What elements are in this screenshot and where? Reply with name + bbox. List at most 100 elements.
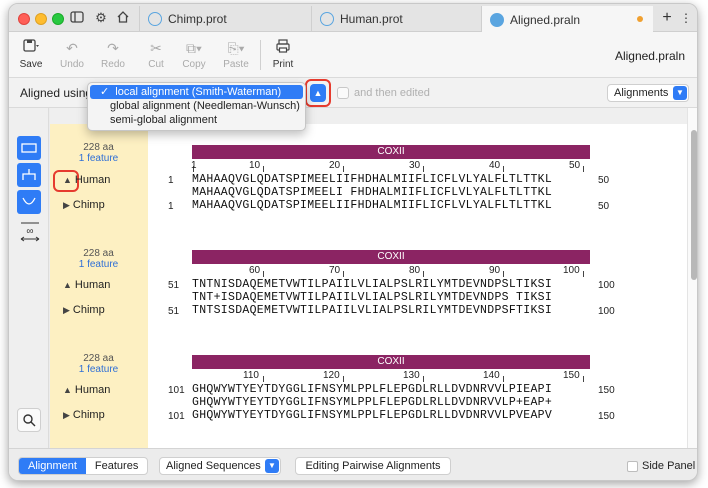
aligned-using-label: Aligned using [20, 86, 93, 100]
edited-checkbox[interactable] [337, 87, 349, 99]
sequences-select[interactable]: Aligned Sequences ▼ [159, 457, 281, 475]
tab-features[interactable]: Features [86, 458, 147, 474]
position-ruler: 1 10 20 30 40 50 [191, 160, 590, 172]
disclosure-triangle-icon[interactable]: ▲ [63, 280, 72, 290]
length-label: 228 aa [83, 353, 114, 364]
algorithm-menu: ✓ local alignment (Smith-Waterman) globa… [87, 82, 306, 131]
sequence-residues[interactable]: MAHAAQVGLQDATSPIMEELIIFHDHALMIIFLICFLVLY… [192, 173, 552, 186]
side-panel-checkbox[interactable] [627, 461, 638, 472]
feature-bar[interactable]: COXII [192, 145, 590, 159]
tree-view-button[interactable] [17, 163, 41, 187]
disclosure-triangle-icon[interactable]: ▶ [63, 305, 70, 315]
chevron-down-icon: ▼ [265, 459, 279, 473]
end-position: 50 [598, 201, 610, 212]
disclosure-triangle-icon[interactable]: ▶ [63, 410, 70, 420]
sequence-residues[interactable]: TNTSISDAQEMETVWTILPAIILVLIALPSLRILYMTDEV… [192, 304, 552, 317]
print-button[interactable]: Print [263, 38, 303, 70]
edited-label: and then edited [354, 87, 430, 99]
position-ruler: 110 120 130 140 150 [192, 370, 590, 382]
printer-icon [263, 38, 303, 58]
save-icon [11, 38, 51, 58]
curve-icon [22, 197, 36, 205]
feature-bar[interactable]: COXII [192, 250, 590, 264]
zoom-window-button[interactable] [52, 13, 64, 25]
search-button[interactable] [17, 408, 41, 432]
consensus-line: TNT+ISDAQEMETVWTILPAIILVLIALPSLRILYMTDEV… [192, 291, 553, 304]
sidebar-toggle-icon[interactable] [69, 10, 85, 26]
alignment-file-icon [490, 12, 504, 27]
undo-icon: ↶ [66, 40, 78, 56]
close-window-button[interactable] [18, 13, 30, 25]
feature-count-link[interactable]: 1 feature [51, 364, 146, 375]
svg-text:∞: ∞ [26, 226, 33, 237]
feature-bar[interactable]: COXII [192, 355, 590, 369]
curve-view-button[interactable] [17, 190, 41, 214]
end-position: 100 [598, 280, 615, 291]
paste-button[interactable]: ⎘▾ Paste [216, 38, 256, 70]
app-window: ⚙ Chimp.prot Human.prot Aligned.praln + … [8, 3, 698, 481]
tab-alignment[interactable]: Alignment [19, 458, 86, 474]
sequence-residues[interactable]: MAHAAQVGLQDATSPIMEELIIFHDHALMIIFLICFLVLY… [192, 199, 552, 212]
tab-label: Human.prot [340, 12, 403, 26]
disclosure-triangle-icon[interactable]: ▶ [63, 200, 70, 210]
sequence-row-chimp[interactable]: ▶ Chimp [63, 304, 105, 316]
tab-human[interactable]: Human.prot [311, 6, 481, 32]
sequence-residues[interactable]: GHQWYWTYEYTDYGGLIFNSYMLPPLFLEPGDLRLLDVDN… [192, 409, 552, 422]
sequence-row-human[interactable]: ▲ Human [63, 174, 110, 186]
tab-aligned[interactable]: Aligned.praln [481, 6, 653, 33]
tab-chimp[interactable]: Chimp.prot [139, 6, 311, 32]
side-panel-label: Side Panel [642, 460, 696, 472]
unsaved-dot [637, 16, 643, 22]
feature-count-link[interactable]: 1 feature [51, 259, 146, 270]
menu-item-local[interactable]: ✓ local alignment (Smith-Waterman) [90, 85, 303, 99]
sequence-residues[interactable]: TNTNISDAQEMETVWTILPAIILVLIALPSLRILYMTDEV… [192, 278, 552, 291]
tab-label: Aligned.praln [510, 12, 581, 27]
end-position: 50 [598, 175, 610, 186]
sequence-row-chimp[interactable]: ▶ Chimp [63, 199, 105, 211]
tab-label: Chimp.prot [168, 12, 227, 26]
end-position: 150 [598, 385, 615, 396]
protein-file-icon [320, 12, 334, 26]
tab-bar: ⚙ Chimp.prot Human.prot Aligned.praln + … [9, 4, 697, 33]
home-icon[interactable] [115, 10, 131, 26]
copy-button[interactable]: ⧉▾ Copy [174, 38, 214, 70]
feature-count-link[interactable]: 1 feature [51, 153, 146, 164]
redo-icon: ↷ [107, 40, 119, 56]
gear-icon[interactable]: ⚙ [93, 10, 109, 26]
highlight-ring [305, 79, 331, 107]
rect-view-button[interactable] [17, 136, 41, 160]
spacing-infinity-icon[interactable]: ∞ [17, 218, 43, 244]
toolbar: Save ↶ Undo ↷ Redo ✂ Cut ⧉▾ Copy ⎘▾ Past… [9, 32, 697, 78]
vertical-scrollbar[interactable] [687, 108, 697, 448]
redo-button[interactable]: ↷ Redo [93, 38, 133, 70]
save-button[interactable]: Save [11, 38, 51, 70]
tab-overflow-icon[interactable]: ⋮ [679, 9, 693, 27]
consensus-line: MAHAAQVGLQDATSPIMEELI FHDHALMIIFLICFLVLY… [192, 186, 553, 199]
position-ruler: 60 70 80 90 100 [192, 265, 590, 277]
menu-item-semiglobal[interactable]: semi-global alignment [88, 113, 305, 127]
sequence-residues[interactable]: GHQWYWTYEYTDYGGLIFNSYMLPPLFLEPGDLRLLDVDN… [192, 383, 552, 396]
end-position: 150 [598, 411, 615, 422]
search-icon [23, 414, 36, 427]
view-select[interactable]: Alignments ▼ [607, 84, 689, 102]
new-tab-button[interactable]: + [657, 9, 677, 27]
end-position: 100 [598, 306, 615, 317]
sequence-row-human[interactable]: ▲ Human [63, 384, 110, 396]
disclosure-triangle-icon[interactable]: ▲ [63, 175, 72, 185]
disclosure-triangle-icon[interactable]: ▲ [63, 385, 72, 395]
sequence-row-human[interactable]: ▲ Human [63, 279, 110, 291]
length-label: 228 aa [83, 248, 114, 259]
document-title: Aligned.praln [614, 49, 685, 63]
menu-item-global[interactable]: global alignment (Needleman-Wunsch) [88, 99, 305, 113]
minimize-window-button[interactable] [35, 13, 47, 25]
protein-file-icon [148, 12, 162, 26]
editing-pairwise-button[interactable]: Editing Pairwise Alignments [295, 457, 451, 475]
cut-button[interactable]: ✂ Cut [136, 38, 176, 70]
sequence-row-chimp[interactable]: ▶ Chimp [63, 409, 105, 421]
undo-button[interactable]: ↶ Undo [52, 38, 92, 70]
scroll-thumb[interactable] [691, 130, 697, 280]
length-label: 228 aa [83, 142, 114, 153]
copy-icon: ⧉▾ [186, 40, 202, 56]
checkmark-icon: ✓ [100, 86, 110, 98]
rectangle-icon [21, 143, 37, 153]
